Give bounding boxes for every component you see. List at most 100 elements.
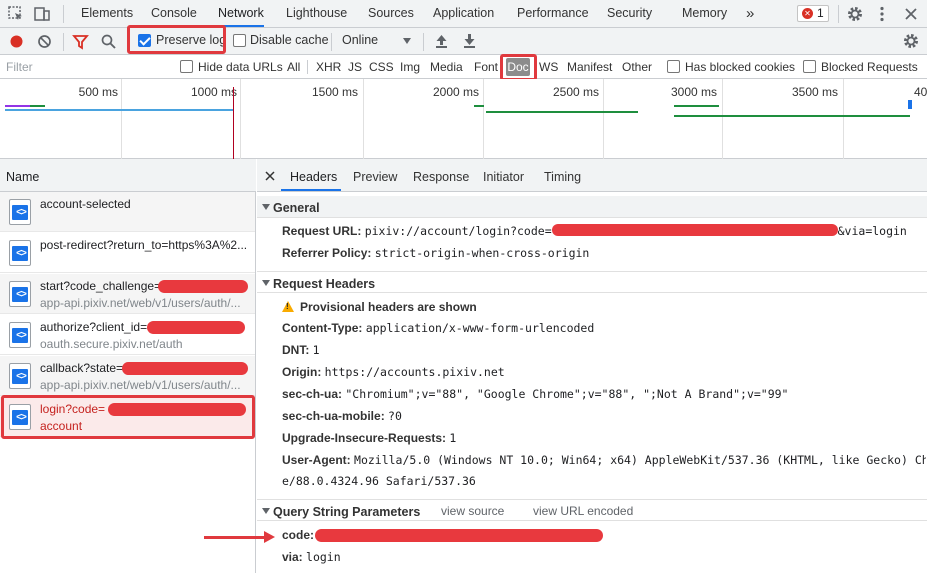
name-column-header[interactable]: Name — [0, 159, 256, 192]
inspect-element-icon[interactable] — [7, 5, 25, 23]
request-url-suffix: &via=login — [837, 224, 907, 238]
filter-icon[interactable] — [72, 33, 89, 50]
redaction-mark — [122, 362, 248, 375]
request-domain: app-api.pixiv.net/web/v1/users/auth/... — [40, 378, 241, 392]
export-har-icon[interactable] — [462, 33, 477, 49]
tab-console[interactable]: Console — [151, 0, 197, 27]
tab-performance[interactable]: Performance — [517, 0, 589, 27]
chevron-down-icon[interactable] — [402, 37, 412, 45]
document-icon — [9, 281, 31, 307]
tab-timing[interactable]: Timing — [544, 170, 581, 184]
general-section-header[interactable]: General — [257, 196, 927, 218]
more-options-icon[interactable] — [873, 5, 891, 23]
error-count-badge[interactable]: ✕ 1 — [797, 5, 829, 22]
view-source-link[interactable]: view source — [441, 504, 504, 518]
timeline-gridline — [483, 79, 484, 159]
timeline-tick-label: 1000 ms — [190, 85, 237, 99]
tab-memory[interactable]: Memory — [682, 0, 727, 27]
type-filter-ws[interactable]: WS — [539, 60, 558, 74]
timeline-tick-label: 2000 ms — [432, 85, 479, 99]
param-key: via: — [282, 550, 303, 564]
header-value: 1 — [312, 343, 320, 357]
header-value: strict-origin-when-cross-origin — [374, 246, 590, 260]
header-value: 1 — [449, 431, 457, 445]
throttling-select[interactable]: Online — [342, 33, 378, 47]
import-har-icon[interactable] — [434, 33, 449, 49]
close-devtools-icon[interactable] — [902, 5, 920, 23]
highlight-selected-request — [1, 395, 255, 439]
tab-response[interactable]: Response — [413, 170, 469, 184]
header-value: "Chromium";v="88", "Google Chrome";v="88… — [345, 387, 789, 401]
type-filter-manifest[interactable]: Manifest — [567, 60, 612, 74]
disable-cache-checkbox[interactable] — [233, 34, 246, 47]
timeline-gridline — [121, 79, 122, 159]
timeline-request-bar — [5, 109, 234, 111]
header-row: sec-ch-ua-mobile: ?0 — [282, 409, 402, 423]
timeline-request-bar — [674, 115, 910, 117]
error-count: 1 — [817, 6, 824, 20]
error-icon: ✕ — [802, 8, 813, 19]
param-key: code: — [282, 528, 315, 542]
timeline-request-bar — [30, 105, 45, 107]
search-icon[interactable] — [100, 33, 117, 50]
has-blocked-cookies-checkbox[interactable] — [667, 60, 680, 73]
request-row[interactable]: start?code_challenge= app-api.pixiv.net/… — [0, 274, 255, 314]
details-tab-bar: Headers Preview Response Initiator Timin… — [257, 159, 927, 192]
request-row[interactable]: account-selected — [0, 192, 255, 232]
request-headers-section-header[interactable]: Request Headers — [257, 271, 927, 293]
blocked-requests-label[interactable]: Blocked Requests — [821, 60, 918, 74]
clear-icon[interactable] — [36, 33, 53, 50]
tab-elements[interactable]: Elements — [81, 0, 133, 27]
timeline-tick-label: 40 — [914, 85, 927, 99]
request-row[interactable]: authorize?client_id= oauth.secure.pixiv.… — [0, 315, 255, 355]
has-blocked-cookies-label[interactable]: Has blocked cookies — [685, 60, 795, 74]
record-icon[interactable] — [8, 33, 25, 50]
type-filter-font[interactable]: Font — [474, 60, 498, 74]
tab-headers[interactable]: Headers — [290, 170, 337, 184]
header-key: sec-ch-ua: — [282, 387, 343, 401]
warning-icon — [282, 301, 294, 312]
hide-data-urls-checkbox[interactable] — [180, 60, 193, 73]
tab-preview[interactable]: Preview — [353, 170, 397, 184]
annotation-arrow-head — [264, 531, 275, 543]
header-value: ?0 — [388, 409, 402, 423]
network-overview-timeline[interactable]: 500 ms 1000 ms 1500 ms 2000 ms 2500 ms 3… — [0, 79, 927, 159]
filter-input[interactable]: Filter — [6, 60, 33, 74]
type-filter-all[interactable]: All — [287, 60, 300, 74]
header-key: Upgrade-Insecure-Requests: — [282, 431, 447, 445]
section-title: Query String Parameters — [273, 505, 421, 519]
settings-gear-icon[interactable] — [846, 5, 864, 23]
request-row[interactable]: callback?state= app-api.pixiv.net/web/v1… — [0, 356, 255, 396]
param-value: login — [306, 550, 341, 564]
view-url-encoded-link[interactable]: view URL encoded — [533, 504, 633, 518]
disable-cache-label[interactable]: Disable cache — [250, 33, 329, 47]
device-toolbar-icon[interactable] — [33, 5, 51, 23]
timeline-gridline — [843, 79, 844, 159]
tab-initiator[interactable]: Initiator — [483, 170, 524, 184]
header-value: Mozilla/5.0 (Windows NT 10.0; Win64; x64… — [354, 453, 926, 467]
blocked-requests-checkbox[interactable] — [803, 60, 816, 73]
type-filter-img[interactable]: Img — [400, 60, 420, 74]
tab-security[interactable]: Security — [607, 0, 652, 27]
network-toolbar: Preserve log Disable cache Online — [0, 25, 927, 55]
type-filter-css[interactable]: CSS — [369, 60, 394, 74]
document-icon — [9, 240, 31, 266]
type-filter-media[interactable]: Media — [430, 60, 463, 74]
close-icon[interactable] — [265, 171, 275, 181]
tab-lighthouse[interactable]: Lighthouse — [286, 0, 347, 27]
request-row[interactable]: post-redirect?return_to=https%3A%2... — [0, 233, 255, 273]
type-filter-js[interactable]: JS — [348, 60, 362, 74]
header-key: User-Agent: — [282, 453, 351, 467]
tab-network[interactable]: Network — [218, 0, 264, 27]
tab-application[interactable]: Application — [433, 0, 494, 27]
type-filter-other[interactable]: Other — [622, 60, 652, 74]
more-tabs-button[interactable]: » — [746, 0, 754, 27]
timeline-gridline — [363, 79, 364, 159]
network-settings-gear-icon[interactable] — [902, 32, 920, 50]
request-name: post-redirect?return_to=https%3A%2... — [40, 238, 248, 252]
request-list: Name account-selected post-redirect?retu… — [0, 159, 256, 573]
hide-data-urls-label[interactable]: Hide data URLs — [198, 60, 283, 74]
header-row: Origin: https://accounts.pixiv.net — [282, 365, 505, 379]
type-filter-xhr[interactable]: XHR — [316, 60, 341, 74]
tab-sources[interactable]: Sources — [368, 0, 414, 27]
